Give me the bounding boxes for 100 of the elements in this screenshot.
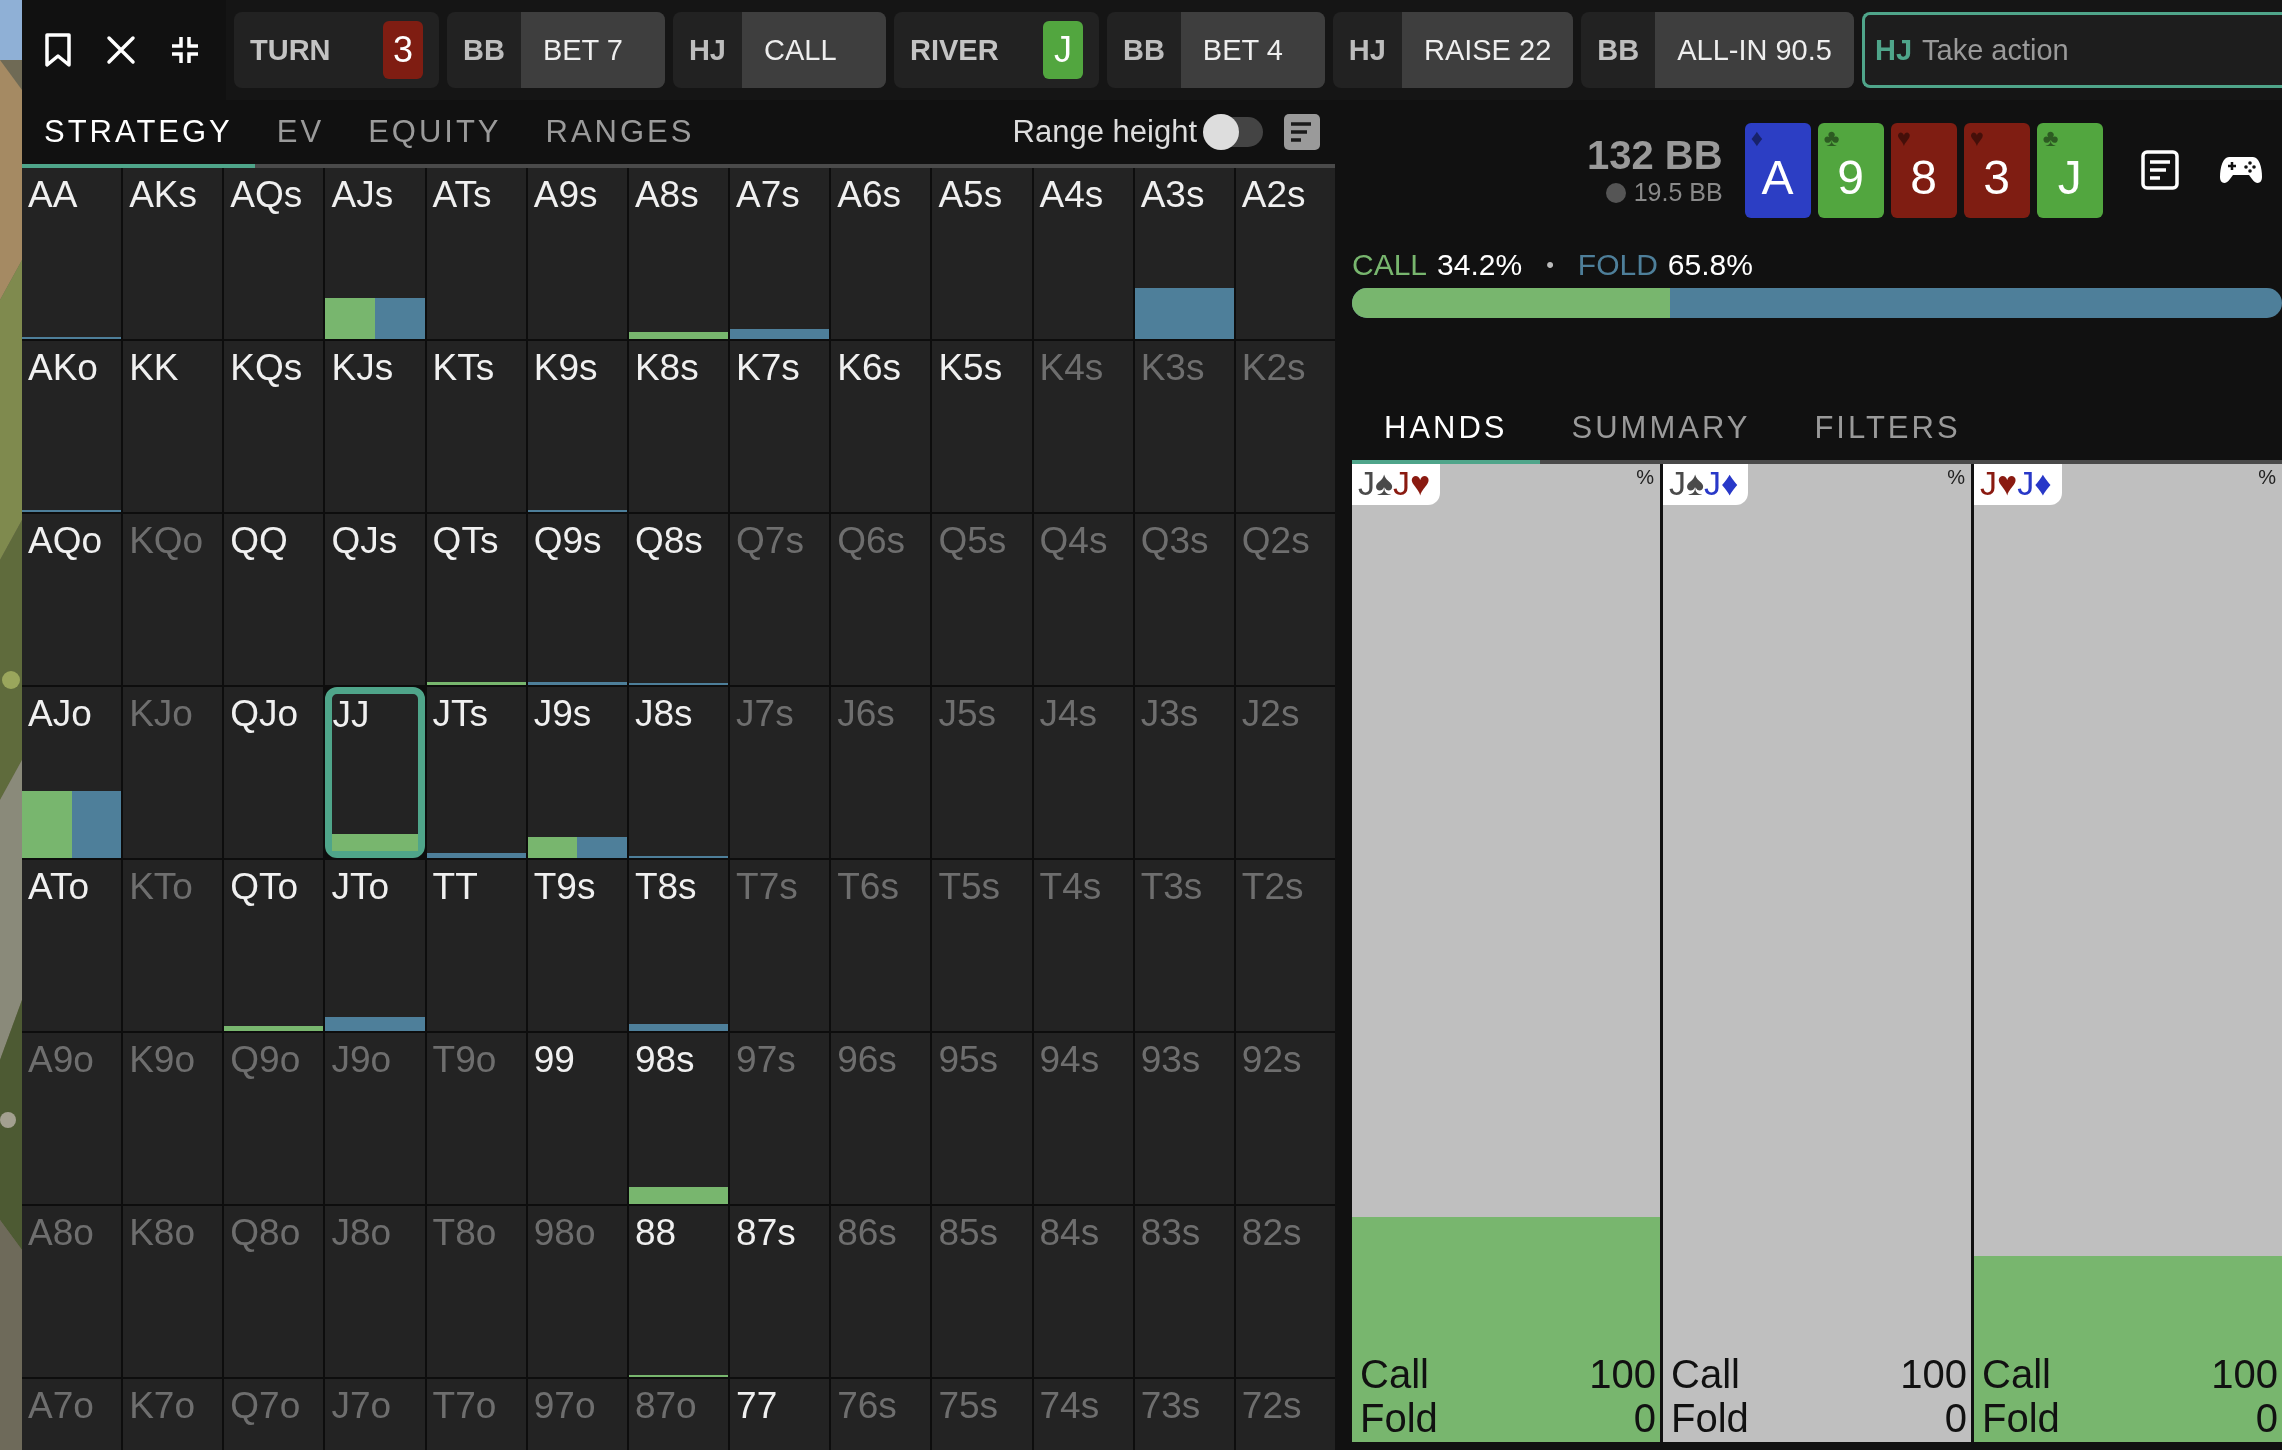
hand-label: ATs (431, 173, 493, 216)
hand-label: K8s (633, 346, 700, 389)
hand-cell[interactable]: ATo (22, 860, 122, 1031)
hand-cell[interactable]: ATs (426, 168, 526, 339)
hand-label: Q8o (229, 1211, 302, 1254)
hand-cell[interactable]: A6s (831, 168, 931, 339)
document-icon[interactable] (1283, 113, 1321, 151)
hand-cell[interactable]: Q8s (628, 514, 729, 685)
hand-cell[interactable]: KK (123, 341, 223, 512)
hand-label: T2s (1240, 865, 1305, 908)
hand-cell[interactable]: AQo (22, 514, 122, 685)
hand-cell[interactable]: KTs (426, 341, 526, 512)
position-label: BB (462, 32, 506, 68)
action-name: Call (1360, 1352, 1429, 1396)
board-card: ♣ J (2036, 122, 2103, 218)
hand-label: KJo (128, 692, 194, 735)
hand-cell[interactable]: J9s (527, 687, 627, 858)
hand-cell[interactable]: K5s (932, 341, 1032, 512)
hand-cell[interactable]: KQs (224, 341, 324, 512)
hand-label: J7o (330, 1384, 393, 1427)
hand-cell[interactable]: AA (22, 168, 122, 339)
take-action-button[interactable]: HJ Take action (1861, 12, 2282, 88)
hand-cell[interactable]: K9s (527, 341, 627, 512)
hand-cell[interactable]: A9s (527, 168, 627, 339)
strategy-tab[interactable]: RANGES (523, 100, 717, 168)
hand-label: K9s (532, 346, 599, 389)
hand-cell[interactable]: K8s (628, 341, 729, 512)
hand-cell[interactable]: AKo (22, 341, 122, 512)
hand-label: A7s (735, 173, 801, 216)
hand-cell[interactable]: A3s (1134, 168, 1234, 339)
hand-cell[interactable]: QTs (426, 514, 526, 685)
document-icon[interactable] (2140, 150, 2179, 190)
hand-cell[interactable]: QJo (224, 687, 324, 858)
board-card: ♦ A (1744, 122, 1811, 218)
hand-card[interactable]: J♠J♦ % Call 100 Fold 0 (1663, 464, 1971, 1442)
hand-cell[interactable]: AJs (325, 168, 425, 339)
hand-cell[interactable]: JTs (426, 687, 526, 858)
strategy-tab[interactable]: EV (254, 100, 347, 168)
hand-cell[interactable]: K7s (730, 341, 830, 512)
hand-cell[interactable]: T9s (527, 860, 627, 1031)
hand-label: T4s (1038, 865, 1103, 908)
street-chip[interactable]: RIVER J (893, 12, 1099, 88)
hand-cell[interactable]: 87s (730, 1206, 830, 1377)
action-chip[interactable]: BB BET 4 (1106, 12, 1325, 88)
compress-icon[interactable] (170, 35, 200, 65)
hand-cell[interactable]: KJs (325, 341, 425, 512)
hand-card[interactable]: J♥J♦ % Call 100 Fold 0 (1974, 464, 2282, 1442)
action-label: BET 4 (1180, 12, 1325, 88)
hand-label: A9s (532, 173, 599, 216)
hand-cell[interactable]: QTo (224, 860, 324, 1031)
hand-cell[interactable]: 98s (628, 1033, 729, 1204)
strategy-tab[interactable]: EQUITY (346, 100, 524, 168)
street-chip[interactable]: TURN 3 (234, 12, 439, 88)
hand-label: 88 (633, 1211, 678, 1254)
hand-cell[interactable]: K6s (831, 341, 931, 512)
bookmark-icon[interactable] (44, 32, 72, 68)
hand-cell[interactable]: A4s (1033, 168, 1133, 339)
hands-tab[interactable]: FILTERS (1782, 396, 1993, 464)
action-frequency: 34.2% (1437, 248, 1523, 282)
action-chip[interactable]: BB BET 7 (447, 12, 665, 88)
hand-cell[interactable]: AQs (224, 168, 324, 339)
hand-cell[interactable]: J8s (628, 687, 729, 858)
hand-label: Q8s (633, 519, 704, 562)
hand-label: J5s (937, 692, 997, 735)
board-card: ♣ 9 (1817, 122, 1884, 218)
hand-label: J8s (633, 692, 694, 735)
hands-tab[interactable]: SUMMARY (1539, 396, 1783, 464)
hand-cell[interactable]: T8s (628, 860, 729, 1031)
hand-card[interactable]: J♠J♥ % Call 100 Fold 0 (1352, 464, 1660, 1442)
hand-cell[interactable]: 77 (730, 1379, 830, 1450)
hand-cell[interactable]: JTo (325, 860, 425, 1031)
combo-label: J♠J♥ (1352, 464, 1441, 505)
hand-cell[interactable]: A2s (1235, 168, 1335, 339)
action-name: Fold (1360, 1396, 1438, 1440)
hand-cell[interactable]: AKs (123, 168, 223, 339)
hand-label: Q3s (1139, 519, 1210, 562)
hand-cell[interactable]: A5s (932, 168, 1032, 339)
action-frequency: 0 (1633, 1396, 1656, 1440)
action-chip[interactable]: HJ RAISE 22 (1332, 12, 1574, 88)
hand-cell[interactable]: Q9s (527, 514, 627, 685)
hand-cell[interactable]: 99 (527, 1033, 627, 1204)
gamepad-icon[interactable] (2218, 155, 2263, 185)
hand-cell[interactable]: QJs (325, 514, 425, 685)
hand-cell[interactable]: AJo (22, 687, 122, 858)
combo-label: J♥J♦ (1974, 464, 2062, 505)
hand-label: T8o (431, 1211, 498, 1254)
hand-cell[interactable]: QQ (224, 514, 324, 685)
action-name: Fold (1982, 1396, 2060, 1440)
hand-label: T3s (1139, 865, 1204, 908)
hand-cell[interactable]: 88 (628, 1206, 729, 1377)
hand-label: K8o (128, 1211, 196, 1254)
hand-cell[interactable]: A7s (730, 168, 830, 339)
hand-label: KK (128, 346, 180, 389)
hand-cell[interactable]: A8s (628, 168, 729, 339)
action-chip[interactable]: HJ CALL (672, 12, 886, 88)
hand-label: QQ (229, 519, 289, 562)
action-chip[interactable]: BB ALL-IN 90.5 (1581, 12, 1854, 88)
hand-cell[interactable]: JJ (325, 687, 425, 858)
close-icon[interactable] (106, 35, 136, 65)
hand-cell[interactable]: TT (426, 860, 526, 1031)
